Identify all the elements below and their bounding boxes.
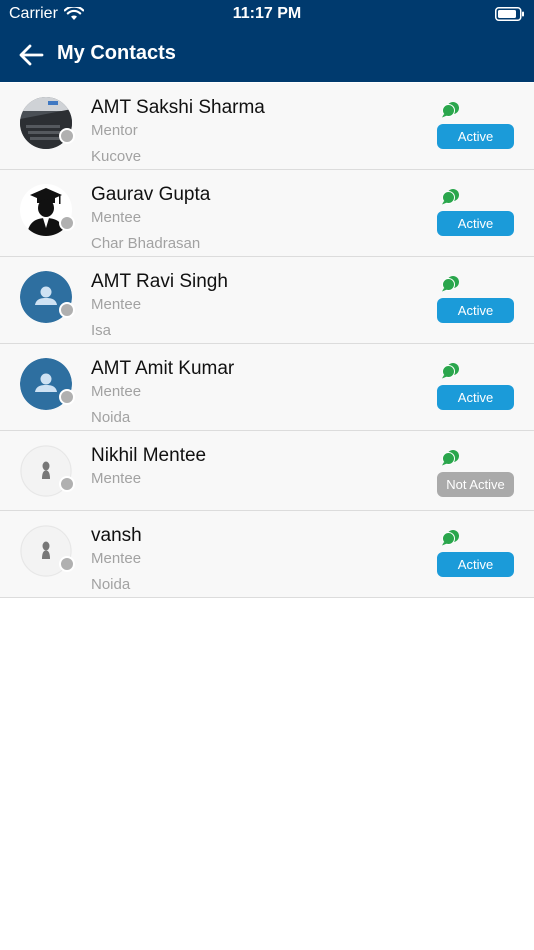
contact-row[interactable]: vansh Mentee Noida Active — [0, 511, 534, 598]
chat-icon[interactable] — [441, 449, 460, 466]
contact-location: Noida — [91, 409, 131, 426]
contact-name: AMT Sakshi Sharma — [91, 97, 265, 118]
presence-indicator — [59, 389, 75, 405]
contact-location: Kucove — [91, 148, 142, 165]
status-badge[interactable]: Active — [437, 385, 514, 410]
status-badge[interactable]: Active — [437, 124, 514, 149]
contact-role: Mentor — [91, 122, 138, 139]
contact-name: Gaurav Gupta — [91, 184, 211, 205]
chat-icon[interactable] — [441, 529, 460, 546]
presence-indicator — [59, 128, 75, 144]
contact-location: Noida — [91, 576, 131, 593]
page-title: My Contacts — [57, 42, 176, 64]
back-arrow-icon[interactable] — [18, 42, 44, 68]
contact-row[interactable]: Gaurav Gupta Mentee Char Bhadrasan Activ… — [0, 170, 534, 257]
contact-role: Mentee — [91, 209, 142, 226]
presence-indicator — [59, 302, 75, 318]
contact-row[interactable]: AMT Ravi Singh Mentee Isa Active — [0, 257, 534, 344]
contact-role: Mentee — [91, 470, 142, 487]
contact-role: Mentee — [91, 550, 142, 567]
presence-indicator — [59, 476, 75, 492]
presence-indicator — [59, 215, 75, 231]
contact-name: Nikhil Mentee — [91, 445, 207, 466]
clock: 11:17 PM — [232, 5, 302, 22]
contact-name: AMT Amit Kumar — [91, 358, 235, 379]
contact-row[interactable]: AMT Sakshi Sharma Mentor Kucove Active — [0, 83, 534, 170]
status-badge[interactable]: Active — [437, 552, 514, 577]
contact-row[interactable]: Nikhil Mentee Mentee Not Active — [0, 431, 534, 511]
contact-location: Char Bhadrasan — [91, 235, 201, 252]
contact-role: Mentee — [91, 383, 142, 400]
status-badge[interactable]: Active — [437, 298, 514, 323]
contact-role: Mentee — [91, 296, 142, 313]
chat-icon[interactable] — [441, 362, 460, 379]
contact-name: AMT Ravi Singh — [91, 271, 228, 292]
contact-name: vansh — [91, 525, 142, 546]
chat-icon[interactable] — [441, 275, 460, 292]
chat-icon[interactable] — [441, 101, 460, 118]
status-badge[interactable]: Active — [437, 211, 514, 236]
nav-bar: My Contacts — [0, 36, 534, 76]
contact-row[interactable]: AMT Amit Kumar Mentee Noida Active — [0, 344, 534, 431]
chat-icon[interactable] — [441, 188, 460, 205]
presence-indicator — [59, 556, 75, 572]
battery-icon — [495, 7, 524, 21]
contact-location: Isa — [91, 322, 112, 339]
status-badge[interactable]: Not Active — [437, 472, 514, 497]
status-bar: Carrier 11:17 PM — [0, 0, 534, 28]
contact-list: AMT Sakshi Sharma Mentor Kucove Active G… — [0, 83, 534, 598]
app-header: Carrier 11:17 PM My Contacts — [0, 0, 534, 82]
